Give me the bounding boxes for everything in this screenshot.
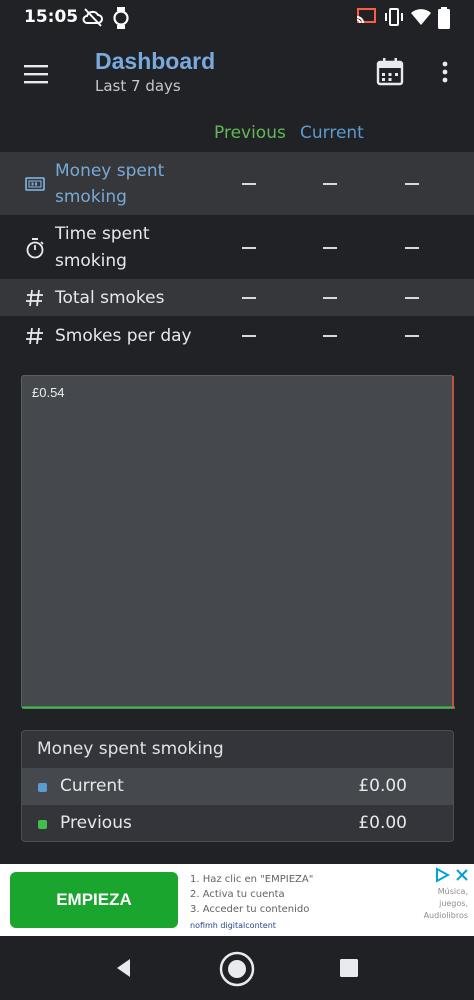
stat-row-total-smokes[interactable]: Total smokes [0, 279, 474, 316]
menu-icon [24, 65, 48, 84]
y-axis-max-label: £0.54 [32, 385, 65, 400]
home-icon[interactable] [218, 950, 256, 988]
column-headers: Previous Current [0, 123, 474, 147]
ad-steps: 1. Haz clic en "EMPIEZA" 2. Activa tu cu… [190, 872, 313, 917]
menu-button[interactable] [18, 56, 54, 92]
stat-value-dash [323, 183, 337, 185]
legend-series-value: £0.00 [358, 813, 407, 833]
ad-brand: nofimh digitalcontent [190, 921, 276, 930]
stat-value-dash [405, 247, 419, 249]
stat-value-dash [405, 335, 419, 337]
adchoices-icon[interactable] [434, 867, 450, 883]
back-icon[interactable] [112, 956, 136, 980]
hash-icon [26, 289, 43, 307]
system-nav-bar [0, 936, 474, 1000]
legend-row-current: Current £0.00 [22, 768, 453, 805]
page-subtitle: Last 7 days [95, 77, 181, 95]
legend-title: Money spent smoking [37, 739, 224, 759]
ad-step: 2. Activa tu cuenta [190, 889, 285, 900]
stat-value-dash [405, 297, 419, 299]
stat-row-time-spent[interactable]: Time spent smoking [0, 215, 474, 279]
legend-swatch-current [38, 783, 47, 792]
hash-icon [26, 327, 43, 345]
app-bar: Dashboard Last 7 days [0, 36, 474, 114]
ad-step: 1. Haz clic en "EMPIEZA" [190, 874, 314, 885]
stat-row-smokes-per-day[interactable]: Smokes per day [0, 316, 474, 354]
legend-series-name: Previous [60, 813, 132, 833]
recents-icon[interactable] [339, 958, 359, 978]
stat-value-dash [323, 297, 337, 299]
status-bar: 15:05 [0, 0, 474, 36]
stat-row-money-spent[interactable]: Money spent smoking [0, 152, 474, 215]
stat-value-dash [242, 247, 256, 249]
column-current-label: Current [300, 123, 364, 143]
calendar-icon [376, 58, 404, 86]
ad-step: 3. Acceder tu contenido [190, 904, 310, 915]
stat-value-dash [242, 335, 256, 337]
legend-swatch-previous [38, 820, 47, 829]
stat-label: Total smokes [55, 288, 165, 308]
stats-table: Money spent smoking Time spent smoking T… [0, 152, 474, 354]
ad-banner[interactable]: EMPIEZA 1. Haz clic en "EMPIEZA" 2. Acti… [0, 864, 474, 936]
ad-side-line: Audiolibros [423, 911, 468, 920]
stat-value-dash [323, 247, 337, 249]
ad-close-icon[interactable] [454, 867, 470, 883]
ad-cta-button[interactable]: EMPIEZA [10, 872, 178, 928]
money-icon [25, 177, 45, 191]
stat-label: Smokes per day [55, 326, 192, 346]
stat-label-line2: smoking [55, 251, 127, 271]
ad-side-text: Música, juegos, Audiolibros [424, 886, 468, 922]
ad-side-line: Música, [437, 887, 468, 896]
chart-legend: Money spent smoking Current £0.00 Previo… [21, 730, 454, 842]
stat-label-line1: Time spent [55, 224, 150, 244]
column-previous-label: Previous [214, 123, 286, 143]
stat-value-dash [242, 297, 256, 299]
ad-side-line: juegos, [439, 899, 468, 908]
stat-value-dash [405, 183, 419, 185]
stopwatch-icon [26, 238, 44, 259]
more-vert-icon [442, 61, 448, 83]
stat-label-line1: Money spent [55, 161, 165, 181]
page-title: Dashboard [95, 48, 216, 74]
status-time: 15:05 [24, 7, 79, 27]
stat-value-dash [323, 335, 337, 337]
date-range-button[interactable] [372, 54, 408, 90]
cast-icon [356, 8, 376, 24]
stat-label-line2: smoking [55, 187, 127, 207]
legend-series-name: Current [60, 776, 124, 796]
vibrate-icon [385, 8, 403, 26]
battery-icon [438, 7, 450, 29]
legend-row-previous: Previous £0.00 [22, 805, 453, 841]
more-options-button[interactable] [430, 54, 460, 90]
wifi-icon [411, 9, 431, 25]
stat-value-dash [242, 183, 256, 185]
watch-icon [113, 7, 129, 29]
chart-plot [22, 376, 455, 709]
money-chart: £0.54 [21, 375, 455, 709]
cloud-off-icon [82, 8, 103, 27]
legend-series-value: £0.00 [358, 776, 407, 796]
